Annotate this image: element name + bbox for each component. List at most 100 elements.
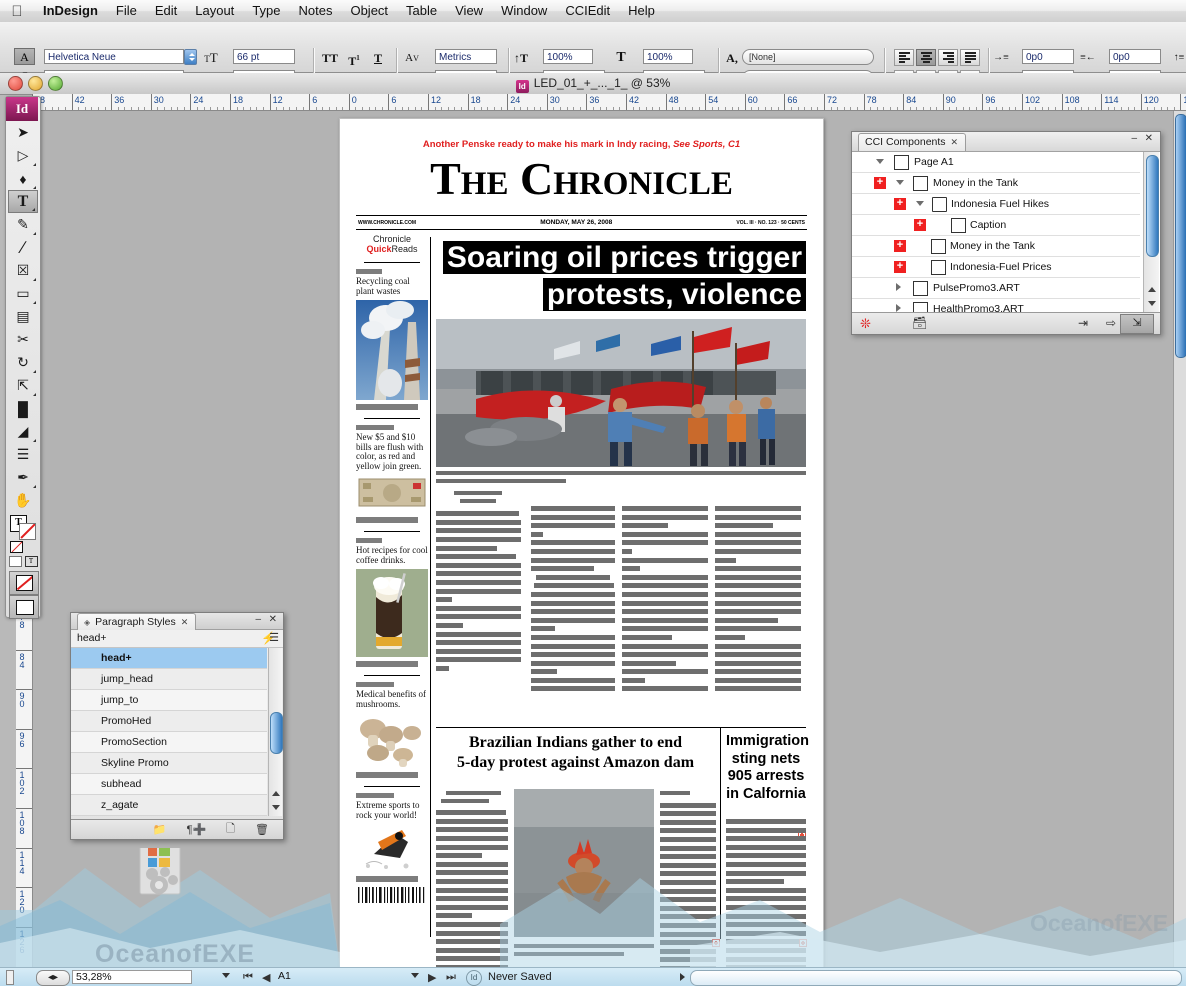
copy-icon[interactable]: 🗃 — [912, 316, 927, 330]
scroll-up-arrow[interactable] — [1148, 287, 1156, 292]
kerning-field[interactable]: Metrics — [435, 49, 497, 64]
font-family-field[interactable]: Helvetica Neue — [44, 49, 184, 64]
superscript-icon[interactable]: T1 — [344, 50, 364, 69]
left-indent-field[interactable]: 0p0 — [1022, 49, 1074, 64]
normal-view-mode-button[interactable] — [9, 595, 39, 619]
all-caps-icon[interactable]: TT — [320, 50, 340, 66]
direct-selection-tool[interactable]: ▷ — [8, 144, 38, 167]
style-item-skyline-promo[interactable]: Skyline Promo — [71, 753, 267, 774]
paragraph-styles-tab[interactable]: ◈ Paragraph Styles ✕ — [77, 613, 196, 631]
menu-item-notes[interactable]: Notes — [290, 0, 342, 22]
scale-tool[interactable]: ⇱ — [8, 374, 38, 397]
tab-close-icon[interactable]: ✕ — [951, 134, 959, 151]
check-in-icon[interactable]: ⇥ — [1078, 316, 1088, 330]
close-icon[interactable]: ✕ — [1145, 133, 1153, 144]
last-page-icon[interactable]: ⏭ — [446, 971, 456, 984]
add-component-icon[interactable]: + — [894, 198, 906, 210]
scroll-up-arrow[interactable] — [272, 791, 280, 796]
page-number-field[interactable]: A1 — [275, 970, 430, 984]
align-left-button[interactable] — [894, 49, 914, 66]
tree-row-caption[interactable]: + Caption — [852, 215, 1140, 236]
quickreads-item[interactable]: New $5 and $10 bills are flush with colo… — [356, 425, 428, 532]
style-item-promosection[interactable]: PromoSection — [71, 732, 267, 753]
add-component-icon[interactable]: + — [894, 240, 906, 252]
formatting-affects-toggles[interactable]: T — [8, 556, 38, 567]
twisty-down-icon[interactable] — [896, 180, 904, 185]
line-tool[interactable]: ∕ — [8, 236, 38, 259]
quickreads-column[interactable]: Chronicle QuickReads Recycling coal plan… — [356, 234, 428, 905]
twisty-down-icon[interactable] — [876, 159, 884, 164]
story-column[interactable] — [622, 506, 708, 695]
apply-none-button[interactable] — [9, 571, 39, 595]
unlink-icon[interactable]: ❊ — [860, 316, 871, 332]
gradient-feather-tool[interactable]: ◢ — [8, 420, 38, 443]
none-swatch[interactable] — [10, 541, 36, 553]
menu-item-view[interactable]: View — [446, 0, 492, 22]
add-component-icon[interactable]: + — [874, 177, 886, 189]
close-icon[interactable]: ✕ — [269, 615, 277, 625]
scissors-tool[interactable]: ✂ — [8, 328, 38, 351]
delete-style-icon[interactable]: 🗑 — [255, 823, 269, 836]
eyedropper-tool[interactable]: ✒ — [8, 466, 38, 489]
next-page-icon[interactable]: ▶ — [428, 971, 436, 984]
panel-menu-icon[interactable]: ☰ — [269, 631, 279, 644]
horizontal-scrollbar[interactable] — [690, 970, 1182, 986]
menu-item-type[interactable]: Type — [243, 0, 289, 22]
style-item-head-plus[interactable]: head+ — [71, 648, 267, 669]
document-status-icon[interactable]: Id — [466, 970, 482, 986]
menu-item-indesign[interactable]: InDesign — [34, 0, 107, 22]
iced-coffee-photo[interactable] — [356, 569, 428, 657]
zoom-stepper[interactable]: ◂▸ — [36, 970, 70, 986]
tree-row-indonesia-fuel-hikes[interactable]: + Indonesia Fuel Hikes — [852, 194, 1140, 215]
free-transform-tool[interactable]: ▤ — [8, 305, 38, 328]
vertical-scale-field[interactable]: 100% — [543, 49, 593, 64]
style-item-jump-to[interactable]: jump_to — [71, 690, 267, 711]
sidebar-headline[interactable]: Immigration sting nets 905 arrests in Ca… — [726, 733, 806, 803]
styles-scrollbar-thumb[interactable] — [270, 712, 283, 754]
menu-item-table[interactable]: Table — [397, 0, 446, 22]
hand-tool[interactable]: ✋ — [8, 489, 38, 512]
status-menu-arrow[interactable] — [680, 973, 685, 981]
main-story-columns[interactable] — [436, 491, 806, 641]
zoom-dropdown-arrow[interactable] — [222, 973, 230, 978]
zoom-level-field[interactable]: 53,28% — [72, 970, 192, 984]
pen-tool[interactable]: ♦ — [8, 167, 38, 190]
minimize-icon[interactable]: – — [1131, 133, 1137, 144]
right-indent-field[interactable]: 0p0 — [1109, 49, 1161, 64]
menu-item-window[interactable]: Window — [492, 0, 556, 22]
align-justify-left-button[interactable] — [960, 49, 980, 66]
character-formatting-toggle[interactable]: A — [14, 48, 35, 65]
type-tool[interactable]: T — [8, 190, 38, 213]
secondary-headline[interactable]: Brazilian Indians gather to end 5-day pr… — [438, 733, 713, 773]
twisty-right-icon[interactable] — [896, 283, 901, 291]
new-style-icon[interactable]: 🗋 — [226, 820, 235, 839]
menu-item-cciedit[interactable]: CCIEdit — [556, 0, 619, 22]
tree-row-indonesia-fuel-prices[interactable]: + Indonesia-Fuel Prices — [852, 257, 1140, 278]
tree-row-healthpromo3[interactable]: HealthPromo3.ART — [852, 299, 1140, 312]
new-style-group-icon[interactable]: 📁 — [153, 823, 167, 836]
main-photo[interactable] — [436, 319, 806, 467]
mushrooms-photo[interactable] — [356, 713, 428, 768]
rotate-tool[interactable]: ↻ — [8, 351, 38, 374]
tree-row-money-in-the-tank-layout[interactable]: + Money in the Tank — [852, 173, 1140, 194]
style-item-promohed[interactable]: PromoHed — [71, 711, 267, 732]
character-style-field[interactable]: [None] — [742, 49, 874, 65]
cci-components-panel[interactable]: – ✕ CCI Components ✕ ☰ Page A1 + Money i… — [851, 131, 1161, 335]
scroll-down-arrow[interactable] — [1148, 301, 1156, 306]
horizontal-scale-field[interactable]: 100% — [643, 49, 693, 64]
main-headline[interactable]: Soaring oil prices trigger protests, vio… — [436, 239, 806, 313]
tree-row-page-a1[interactable]: Page A1 — [852, 152, 1140, 173]
align-center-button[interactable] — [916, 49, 936, 66]
tree-row-money-in-the-tank-text[interactable]: + Money in the Tank — [852, 236, 1140, 257]
apple-logo-icon[interactable]:  — [0, 4, 34, 19]
tree-row-pulsepromo3[interactable]: PulsePromo3.ART — [852, 278, 1140, 299]
add-component-icon[interactable]: + — [914, 219, 926, 231]
font-family-dropdown[interactable] — [184, 49, 197, 65]
paragraph-styles-list[interactable]: head+ jump_head jump_to PromoHed PromoSe… — [71, 648, 267, 816]
dollar-bill-photo[interactable] — [356, 475, 428, 509]
align-right-button[interactable] — [938, 49, 958, 66]
story-column[interactable] — [436, 491, 521, 674]
style-item-z-agate[interactable]: z_agate — [71, 795, 267, 816]
cci-scrollbar-thumb[interactable] — [1146, 155, 1159, 257]
style-item-subhead[interactable]: subhead — [71, 774, 267, 795]
